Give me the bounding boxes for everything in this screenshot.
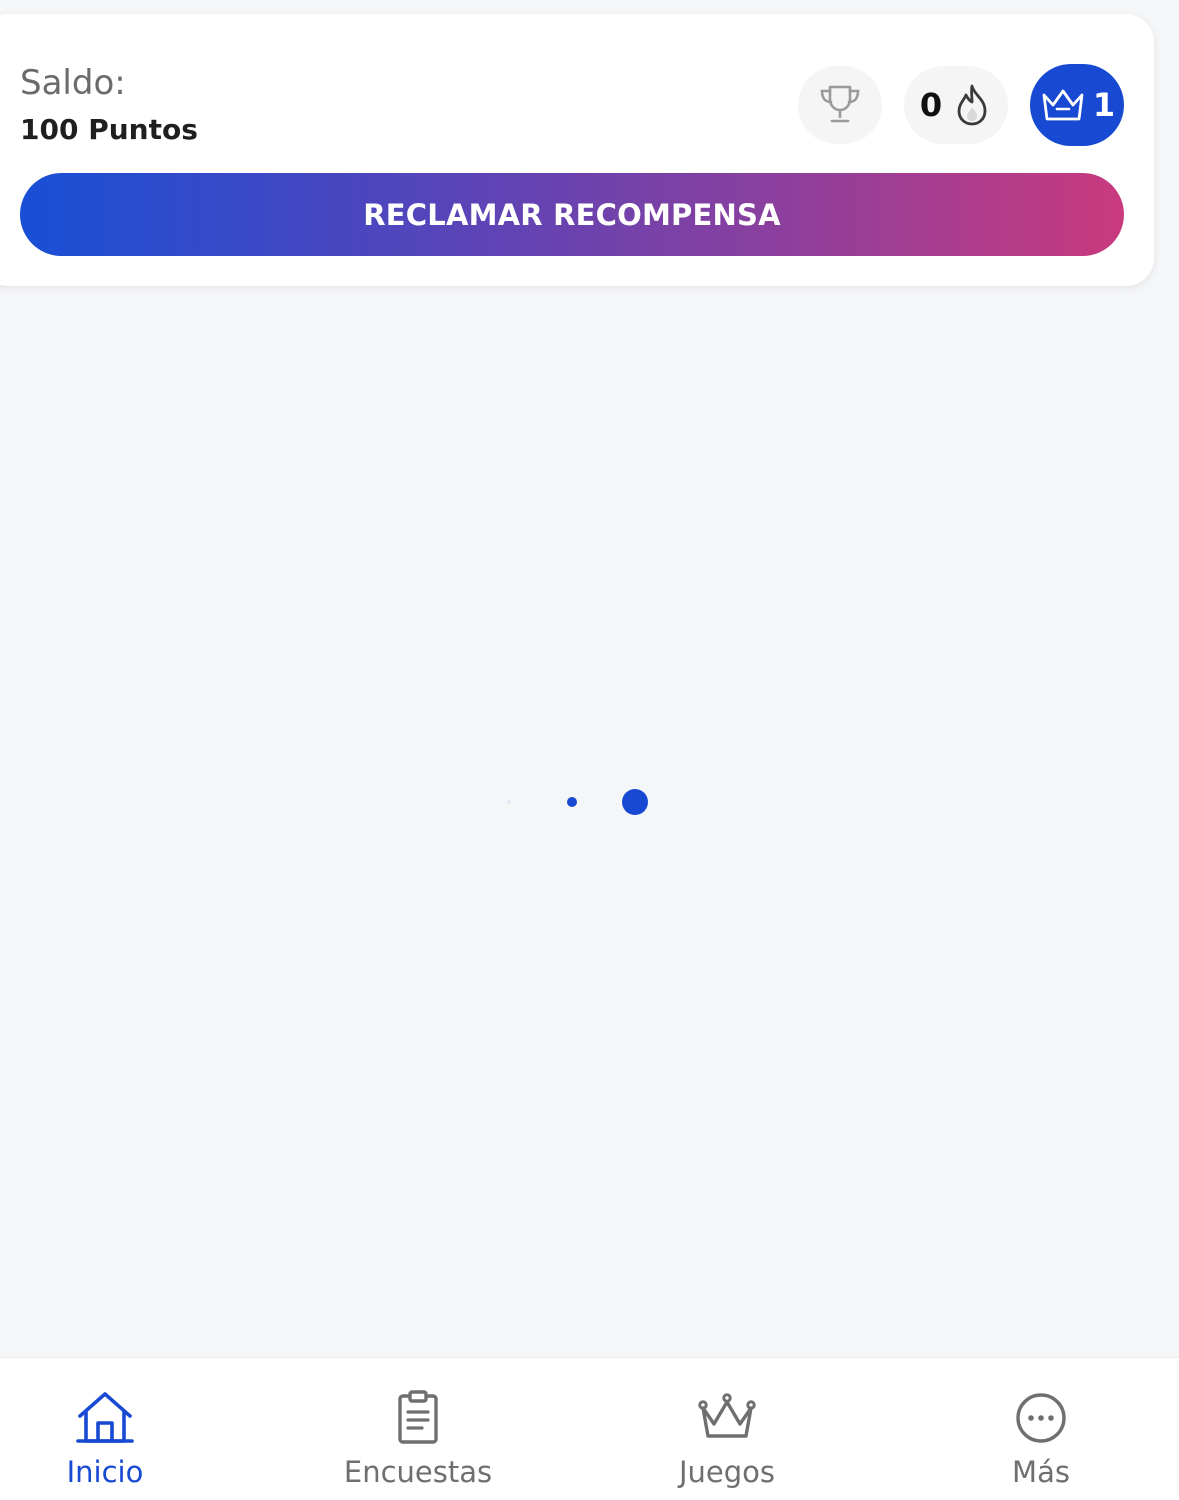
nav-label-inicio: Inicio xyxy=(66,1455,144,1489)
trophy-icon xyxy=(820,85,860,123)
home-icon xyxy=(76,1392,134,1443)
nav-item-juegos[interactable]: Juegos xyxy=(617,1358,837,1500)
clipboard-icon xyxy=(398,1390,438,1444)
trophy-button[interactable] xyxy=(798,66,882,144)
flame-icon xyxy=(957,84,987,126)
level-count: 1 xyxy=(1092,86,1116,124)
crown-icon xyxy=(698,1393,756,1438)
loading-dot-small xyxy=(507,800,511,804)
bottom-navigation: Inicio Encuestas Juegos Más xyxy=(0,1357,1179,1500)
more-icon xyxy=(1016,1393,1066,1443)
nav-item-mas[interactable]: Más xyxy=(931,1358,1151,1500)
nav-item-encuestas[interactable]: Encuestas xyxy=(308,1358,528,1500)
claim-reward-button[interactable]: RECLAMAR RECOMPENSA xyxy=(20,173,1124,256)
loading-dot-medium xyxy=(567,797,577,807)
balance-value: 100 Puntos xyxy=(20,113,198,146)
streak-button[interactable]: 0 xyxy=(904,66,1008,144)
loading-dot-large xyxy=(622,789,648,815)
streak-count: 0 xyxy=(919,86,943,124)
app-screen: Saldo: 100 Puntos 0 1 RECLAMAR RECOMPENS… xyxy=(0,0,1179,1500)
nav-label-mas: Más xyxy=(1012,1455,1070,1489)
nav-item-inicio[interactable]: Inicio xyxy=(0,1358,215,1500)
level-badge[interactable]: 1 xyxy=(1030,64,1124,146)
crown-icon xyxy=(1042,89,1084,121)
nav-label-juegos: Juegos xyxy=(678,1455,776,1489)
balance-label: Saldo: xyxy=(20,63,126,103)
nav-label-encuestas: Encuestas xyxy=(343,1455,493,1489)
